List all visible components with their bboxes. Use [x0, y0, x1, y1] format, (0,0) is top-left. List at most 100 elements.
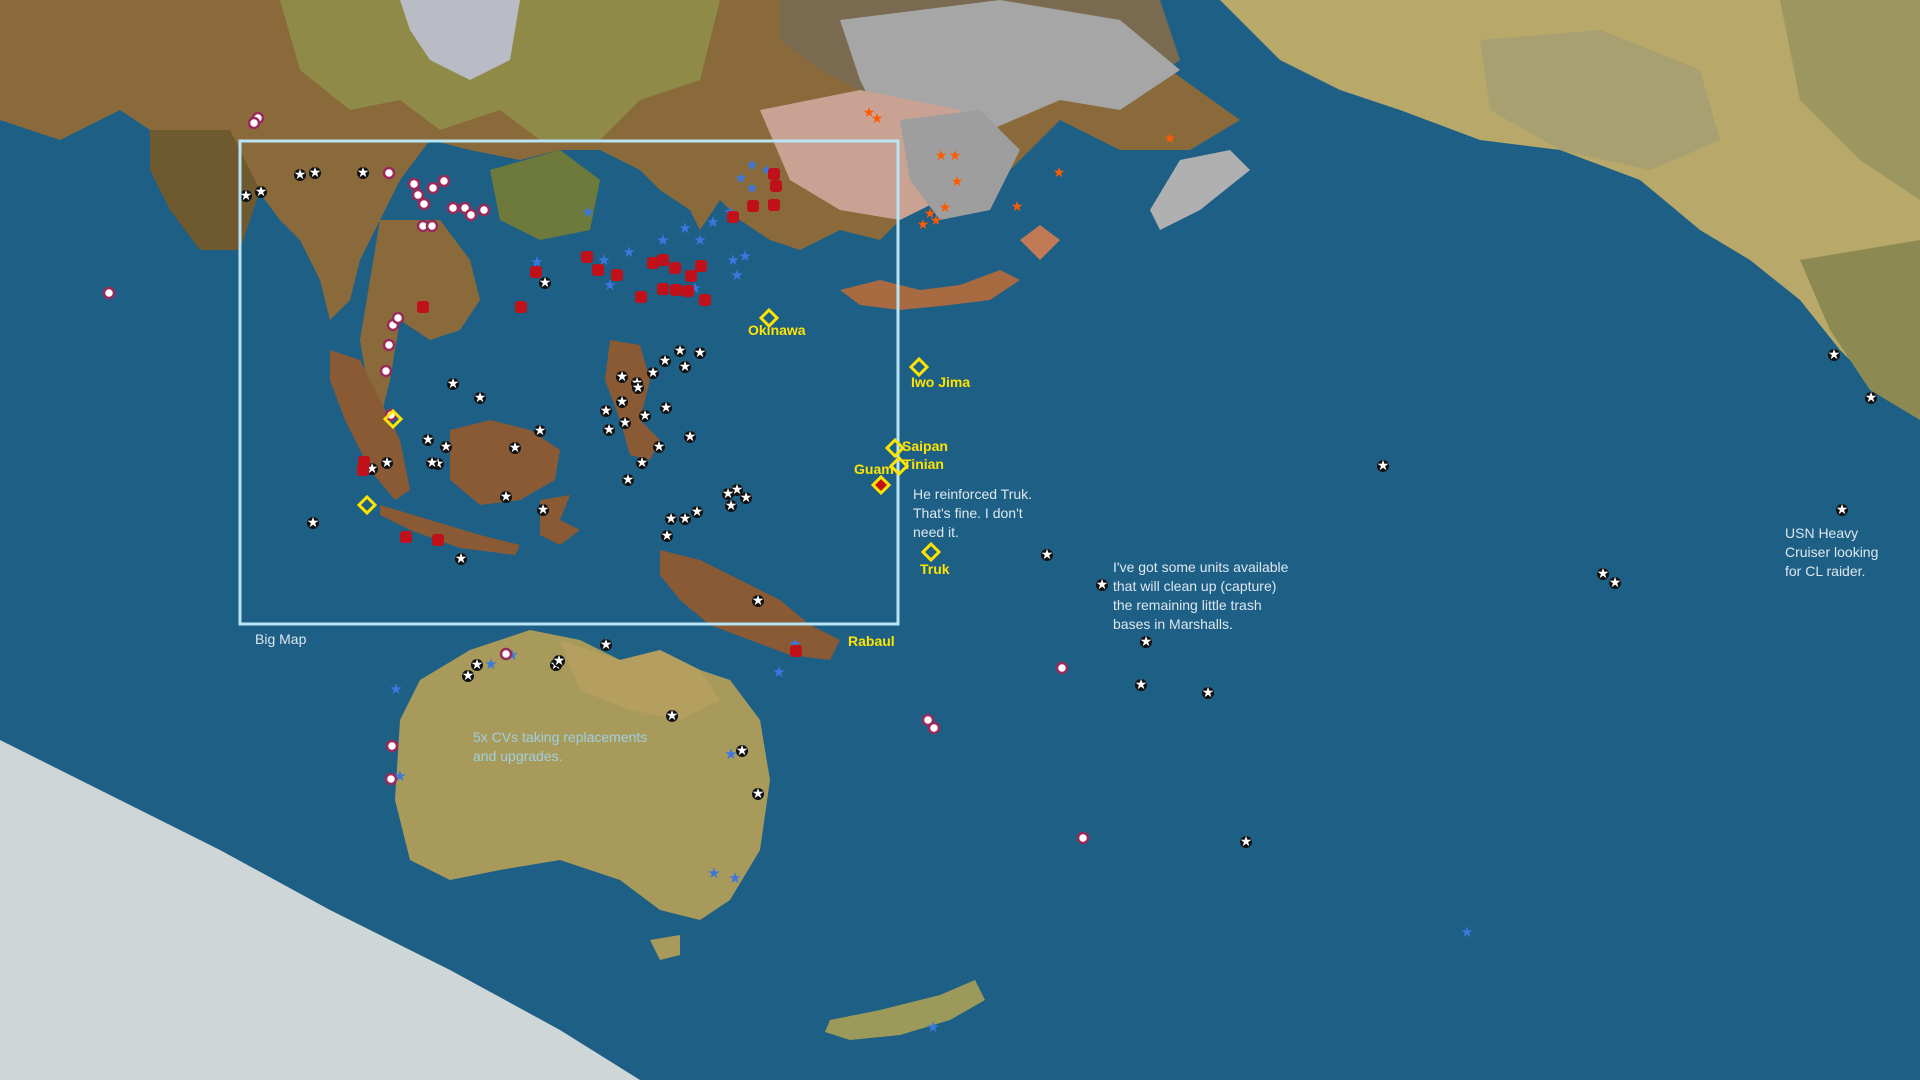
unit-star-icon: ★ [622, 471, 635, 487]
soviet-unit-star-icon[interactable]: ★ [935, 147, 948, 163]
naval-unit-marker[interactable] [382, 338, 396, 352]
soviet-unit-star-icon[interactable]: ★ [949, 147, 962, 163]
allied-unit-star-icon[interactable]: ★ [730, 267, 743, 284]
axis-unit-marker[interactable] [657, 283, 669, 295]
allied-unit-star-icon[interactable]: ★ [581, 204, 594, 221]
axis-unit-marker[interactable] [417, 301, 429, 313]
label-okinawa: Okinawa [748, 322, 806, 338]
soviet-unit-star-icon[interactable]: ★ [1011, 198, 1024, 214]
axis-unit-marker[interactable] [770, 180, 782, 192]
allied-unit-star-icon[interactable]: ★ [678, 220, 691, 237]
naval-unit-marker[interactable] [417, 197, 431, 211]
unit-star-icon: ★ [500, 488, 513, 504]
allied-unit-star-icon[interactable]: ★ [656, 232, 669, 249]
unit-star-icon: ★ [659, 352, 672, 368]
axis-unit-marker[interactable] [581, 251, 593, 263]
allied-unit-star-icon[interactable]: ★ [706, 214, 719, 231]
allied-unit-star-icon[interactable]: ★ [745, 157, 758, 174]
allied-unit-star-icon[interactable]: ★ [745, 180, 758, 197]
soviet-unit-star-icon[interactable]: ★ [939, 199, 952, 215]
naval-unit-marker[interactable] [384, 772, 398, 786]
naval-unit-marker[interactable] [499, 647, 513, 661]
label-saipan: Saipan [902, 438, 948, 454]
naval-unit-marker[interactable] [446, 201, 460, 215]
axis-unit-marker[interactable] [669, 262, 681, 274]
soviet-unit-star-icon[interactable]: ★ [1053, 164, 1066, 180]
unit-star-icon: ★ [684, 428, 697, 444]
naval-unit-marker[interactable] [464, 208, 478, 222]
allied-unit-star-icon[interactable]: ★ [772, 664, 785, 681]
axis-unit-marker[interactable] [635, 291, 647, 303]
axis-unit-marker[interactable] [432, 534, 444, 546]
axis-unit-marker[interactable] [768, 168, 780, 180]
unit-star-icon: ★ [294, 166, 307, 182]
unit-star-icon: ★ [255, 183, 268, 199]
axis-unit-marker[interactable] [400, 531, 412, 543]
big-map-label: Big Map [255, 631, 307, 647]
unit-star-icon: ★ [679, 510, 692, 526]
axis-unit-marker[interactable] [515, 301, 527, 313]
unit-star-icon: ★ [1609, 574, 1622, 590]
naval-unit-marker[interactable] [927, 721, 941, 735]
unit-star-icon: ★ [357, 164, 370, 180]
axis-unit-marker[interactable] [695, 260, 707, 272]
axis-unit-marker[interactable] [790, 645, 802, 657]
naval-unit-marker[interactable] [477, 203, 491, 217]
naval-unit-marker[interactable] [391, 311, 405, 325]
allied-unit-star-icon[interactable]: ★ [389, 681, 402, 698]
axis-unit-marker[interactable] [670, 284, 682, 296]
axis-unit-marker[interactable] [685, 270, 697, 282]
naval-unit-marker[interactable] [385, 739, 399, 753]
soviet-unit-star-icon[interactable]: ★ [951, 173, 964, 189]
unit-star-icon: ★ [616, 368, 629, 384]
unit-star-icon: ★ [1135, 676, 1148, 692]
axis-unit-marker[interactable] [727, 211, 739, 223]
naval-unit-marker[interactable] [1076, 831, 1090, 845]
axis-unit-marker[interactable] [357, 464, 369, 476]
soviet-unit-star-icon[interactable]: ★ [1164, 130, 1177, 146]
naval-unit-marker[interactable] [382, 166, 396, 180]
soviet-unit-star-icon[interactable]: ★ [924, 205, 937, 221]
allied-unit-star-icon[interactable]: ★ [738, 248, 751, 265]
allied-unit-star-icon[interactable]: ★ [693, 232, 706, 249]
allied-unit-star-icon[interactable]: ★ [622, 244, 635, 261]
naval-unit-marker[interactable] [407, 177, 421, 191]
naval-unit-marker[interactable] [102, 286, 116, 300]
unit-star-icon: ★ [752, 592, 765, 608]
naval-unit-marker[interactable] [247, 116, 261, 130]
unit-star-icon: ★ [1140, 633, 1153, 649]
axis-unit-marker[interactable] [611, 269, 623, 281]
unit-star-icon: ★ [752, 785, 765, 801]
allied-unit-star-icon[interactable]: ★ [707, 865, 720, 882]
unit-star-icon: ★ [639, 407, 652, 423]
naval-unit-marker[interactable] [437, 174, 451, 188]
axis-unit-marker[interactable] [592, 264, 604, 276]
allied-unit-star-icon[interactable]: ★ [724, 746, 737, 763]
allied-unit-star-icon[interactable]: ★ [1460, 924, 1473, 941]
unit-star-icon: ★ [422, 431, 435, 447]
unit-star-icon: ★ [1240, 833, 1253, 849]
allied-unit-star-icon[interactable]: ★ [728, 870, 741, 887]
soviet-unit-star-icon[interactable]: ★ [871, 110, 884, 126]
axis-unit-marker[interactable] [768, 199, 780, 211]
allied-unit-star-icon[interactable]: ★ [926, 1019, 939, 1036]
unit-star-icon: ★ [1202, 684, 1215, 700]
naval-unit-marker[interactable] [379, 364, 393, 378]
axis-unit-marker[interactable] [747, 200, 759, 212]
axis-unit-marker[interactable] [699, 294, 711, 306]
unit-star-icon: ★ [307, 514, 320, 530]
allied-unit-star-icon[interactable]: ★ [484, 656, 497, 673]
naval-unit-marker[interactable] [425, 219, 439, 233]
unit-star-icon: ★ [632, 379, 645, 395]
axis-unit-marker[interactable] [682, 285, 694, 297]
axis-unit-marker[interactable] [530, 266, 542, 278]
unit-star-icon: ★ [462, 667, 475, 683]
unit-star-icon: ★ [1836, 501, 1849, 517]
naval-unit-marker[interactable] [426, 181, 440, 195]
unit-star-icon: ★ [474, 389, 487, 405]
axis-unit-marker[interactable] [647, 257, 659, 269]
strategic-map[interactable]: ★ ★ ★ ★ ★ ★ ★ ★ ★ ★ ★ ★ ★ ★ ★ ★ ★ ★ ★ ★ ★ ★ ★ ★ ★ ★ ★ ★ ★ ★ ★ ★ ★ ★ ★ ★ ★ ★ ★ ★… [0, 0, 1920, 1080]
naval-unit-marker[interactable] [1055, 661, 1069, 675]
unit-star-icon: ★ [553, 652, 566, 668]
unit-star-icon: ★ [653, 438, 666, 454]
